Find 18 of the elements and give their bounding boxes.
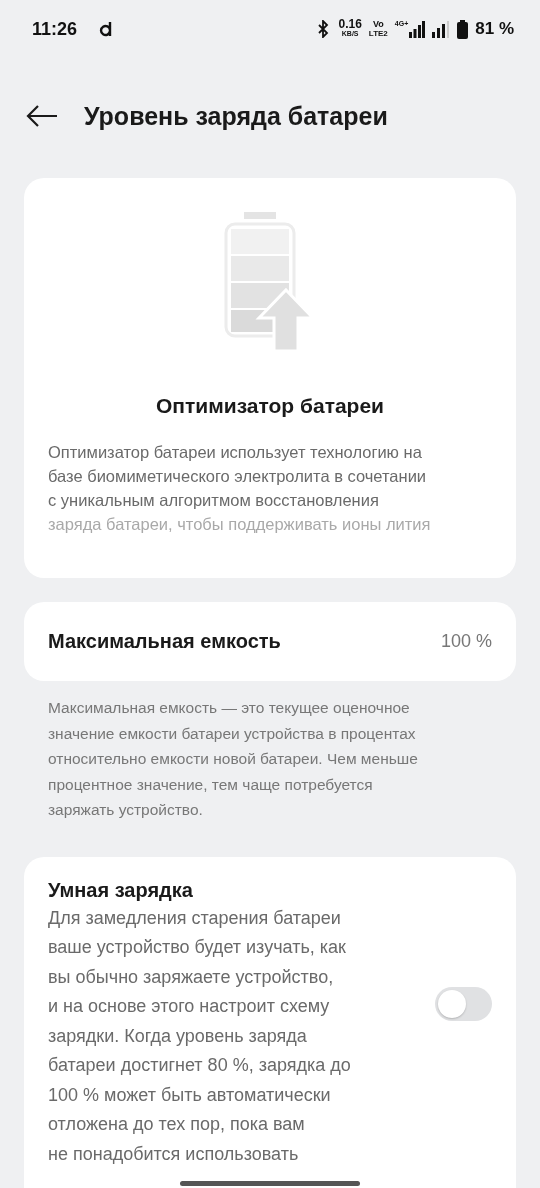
smart-charging-title: Умная зарядка	[48, 878, 194, 902]
home-indicator[interactable]	[180, 1181, 360, 1186]
signal-icon	[432, 20, 451, 38]
signal-icon	[409, 20, 426, 38]
capacity-label: Максимальная емкость	[48, 630, 281, 653]
optimizer-description: Оптимизатор батареи использует технологию на базе биомиметического электролита в сочетании с уникальным алгоритмом восстановления заряда батареи, чтобы поддерживать ионы лития	[48, 442, 432, 535]
back-icon[interactable]	[26, 104, 58, 128]
smart-charging-description: Для замедления старения батареи ваше устройство будет изучать, как вы обычно заряжаете устройство, и на основе этого настроит схему зарядки. Когда уровень заряда батареи достигнет 80 %, зарядка до 100 % может быть автоматически отложена до тех пор, пока вам не понадобится использовать	[48, 906, 352, 1166]
battery-icon	[457, 19, 469, 39]
capacity-note: Максимальная емкость — это текущее оценочное значение емкости батареи устройства в процентах относительно емкости новой батареи. Чем меньше процентное значение, тем чаще потребуется заряжать устройство.	[48, 698, 419, 820]
page-title: Уровень заряда батареи	[84, 101, 388, 131]
capacity-value: 100 %	[440, 631, 492, 652]
optimizer-title: Оптимизатор батареи	[156, 394, 384, 418]
smart-charging-toggle[interactable]	[435, 986, 492, 1021]
volte-indicator: Vo LTE2	[368, 20, 388, 38]
notification-icon	[99, 21, 114, 37]
clock: 11:26	[32, 18, 78, 40]
battery-percentage: 81 %	[475, 19, 514, 39]
